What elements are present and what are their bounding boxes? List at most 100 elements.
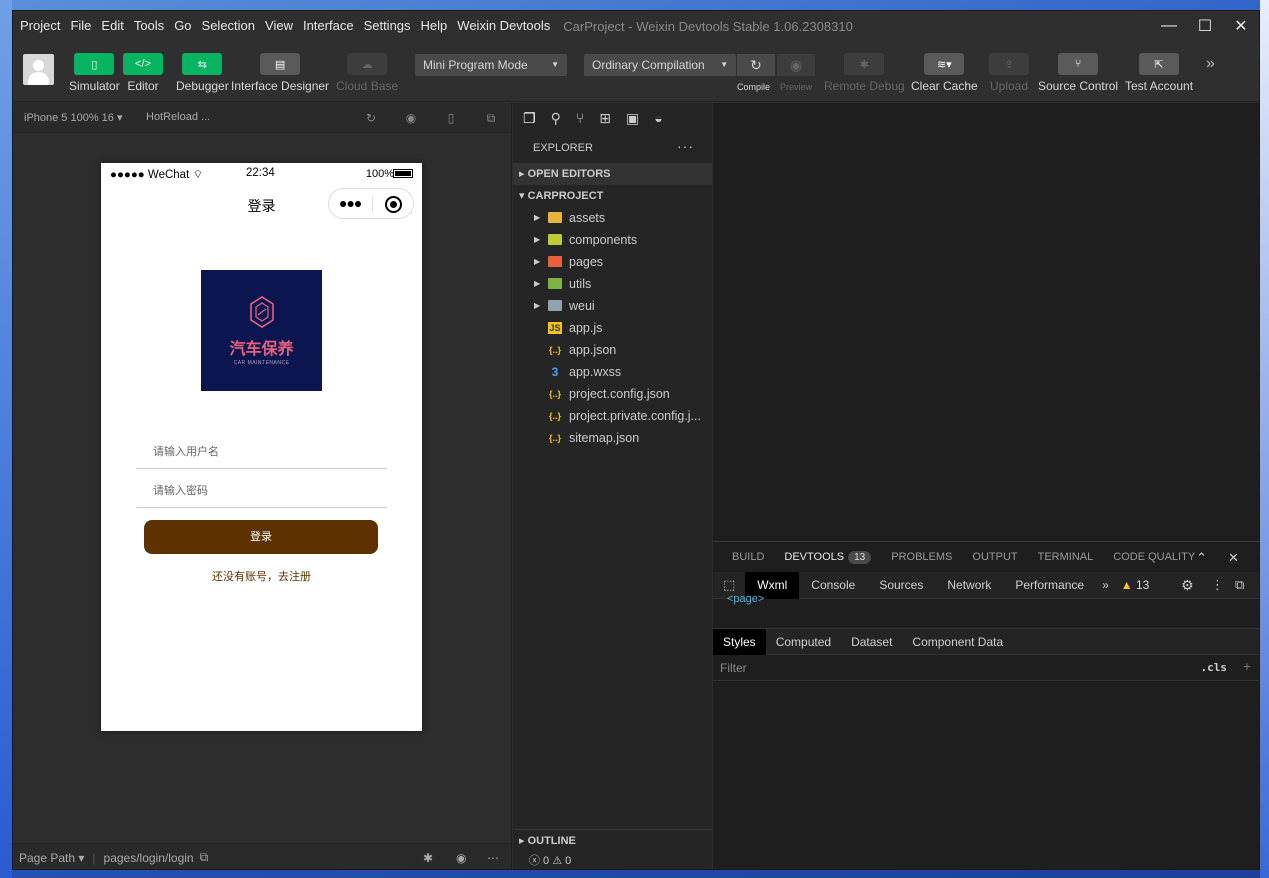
upload-button[interactable]: ⇪ Upload (989, 53, 1029, 93)
json-file-icon: {..} (548, 389, 561, 399)
add-rule-icon[interactable]: + (1243, 658, 1251, 674)
git-branch-icon[interactable]: ⑂ (576, 110, 584, 126)
editor-button[interactable]: </> Editor (123, 53, 163, 93)
search-icon[interactable]: ⚲ (551, 110, 561, 127)
dock-icon[interactable]: ⧉ (1235, 577, 1244, 593)
menu-edit[interactable]: Edit (96, 11, 128, 41)
menu-tools[interactable]: Tools (129, 11, 169, 41)
simulator-button[interactable]: ▯ Simulator (69, 53, 120, 93)
tab-code-quality[interactable]: CODE QUALITY (1113, 551, 1195, 563)
login-button[interactable]: 登录 (144, 520, 378, 554)
tab-computed[interactable]: Computed (766, 629, 841, 655)
password-field[interactable]: 请输入密码 (136, 470, 387, 508)
wxml-page-node[interactable]: <page> (727, 593, 764, 605)
tree-folder-components[interactable]: ▶ components (513, 229, 712, 251)
tab-console[interactable]: Console (799, 572, 867, 599)
menu-view[interactable]: View (260, 11, 298, 41)
menu-help[interactable]: Help (416, 11, 453, 41)
compilation-select[interactable]: Ordinary Compilation ▼ (584, 54, 736, 76)
tree-file-sitemap[interactable]: {..} sitemap.json (513, 427, 712, 449)
menu-go[interactable]: Go (169, 11, 196, 41)
explorer-panel: ❐ ⚲ ⑂ ⊞ ▣ ◒ EXPLORER ··· ▸ OPEN EDITORS … (513, 103, 712, 869)
cloud-icon: ☁ (347, 53, 388, 75)
warnings-indicator[interactable]: ▲ 13 (1115, 578, 1156, 592)
tree-file-project-config[interactable]: {..} project.config.json (513, 383, 712, 405)
tree-file-project-private-config[interactable]: {..} project.private.config.j... (513, 405, 712, 427)
settings-gear-icon[interactable]: ⚙ (1181, 577, 1194, 594)
tree-file-app-wxss[interactable]: 3 app.wxss (513, 361, 712, 383)
tab-sources[interactable]: Sources (867, 572, 935, 599)
menu-file[interactable]: File (65, 11, 96, 41)
docker-icon[interactable]: ◒ (654, 110, 662, 126)
more-actions-icon[interactable]: ··· (677, 131, 694, 161)
menu-settings[interactable]: Settings (359, 11, 416, 41)
tab-styles[interactable]: Styles (713, 628, 766, 655)
maximize-icon[interactable]: ☐ (1187, 11, 1223, 41)
chevrons-right-icon[interactable]: » (1206, 55, 1215, 73)
phone-icon[interactable]: ▯ (444, 111, 458, 125)
close-icon[interactable]: ✕ (1223, 11, 1259, 41)
cloud-base-button[interactable]: ☁ Cloud Base (336, 53, 398, 93)
minimize-icon[interactable]: — (1151, 11, 1187, 41)
clear-cache-button[interactable]: ≋▾ Clear Cache (911, 53, 978, 93)
cls-toggle[interactable]: .cls (1201, 661, 1228, 674)
tab-terminal[interactable]: TERMINAL (1038, 551, 1094, 563)
test-account-button[interactable]: ⇱ Test Account (1125, 53, 1193, 93)
more-dots-icon[interactable]: ●●● (339, 195, 362, 211)
tab-performance[interactable]: Performance (1003, 572, 1096, 599)
avatar[interactable] (23, 54, 54, 85)
compile-button[interactable]: ↻ (737, 54, 775, 76)
tab-dataset[interactable]: Dataset (841, 629, 902, 655)
interface-designer-button[interactable]: ▤ Interface Designer (231, 53, 329, 93)
username-field[interactable]: 请输入用户名 (136, 431, 387, 469)
register-link[interactable]: 还没有账号，去注册 (101, 568, 422, 584)
menu-selection[interactable]: Selection (197, 11, 260, 41)
more-vertical-icon[interactable]: ⋮ (1211, 577, 1224, 593)
project-section[interactable]: ▾ CARPROJECT (513, 185, 712, 207)
tree-folder-assets[interactable]: ▶ assets (513, 207, 712, 229)
menu-capsule[interactable]: ●●● (328, 188, 414, 219)
filter-input[interactable]: Filter (713, 661, 747, 675)
rotate-icon[interactable]: ↻ (364, 111, 378, 125)
tab-problems[interactable]: PROBLEMS (891, 551, 952, 563)
preview-button[interactable]: ◉ (777, 54, 815, 76)
eye-icon[interactable]: ◉ (456, 851, 466, 865)
detach-window-icon[interactable]: ⧉ (484, 111, 498, 125)
more-icon[interactable]: ⋯ (487, 851, 499, 865)
page-path-select[interactable]: Page Path ▾ (19, 851, 84, 865)
device-select[interactable]: iPhone 5 100% 16 ▾ (24, 111, 123, 124)
remote-debug-button[interactable]: ✱ Remote Debug (824, 53, 905, 93)
record-icon[interactable]: ◉ (404, 111, 418, 125)
tab-build[interactable]: BUILD (732, 551, 764, 563)
bug-icon[interactable]: ✱ (423, 851, 433, 865)
copy-icon[interactable]: ⧉ (200, 850, 209, 865)
tab-devtools[interactable]: DEVTOOLS 13 (784, 550, 872, 564)
chevron-up-icon[interactable]: ⌃ (1196, 550, 1207, 566)
open-editors-section[interactable]: ▸ OPEN EDITORS (513, 163, 712, 185)
more-tabs-icon[interactable]: » (1096, 578, 1115, 592)
tree-folder-utils[interactable]: ▶ utils (513, 273, 712, 295)
source-control-button[interactable]: ⑂ Source Control (1038, 53, 1118, 93)
close-miniprogram-icon[interactable] (385, 196, 402, 213)
menu-project[interactable]: Project (13, 11, 65, 41)
tab-component-data[interactable]: Component Data (902, 629, 1013, 655)
storage-icon[interactable]: ▣ (626, 110, 639, 127)
inspect-element-icon[interactable]: ⬚ (713, 577, 745, 593)
tab-output[interactable]: OUTPUT (972, 551, 1017, 563)
debugger-button[interactable]: ⇆ Debugger (176, 53, 229, 93)
hotreload-toggle[interactable]: HotReload ... (146, 111, 210, 123)
extensions-icon[interactable]: ⊞ (599, 110, 611, 127)
problems-status[interactable]: ⓧ 0 ⚠ 0 (513, 851, 712, 869)
logo-text: 汽车保养 (229, 341, 294, 358)
menu-interface[interactable]: Interface (298, 11, 359, 41)
tree-folder-weui[interactable]: ▶ weui (513, 295, 712, 317)
tab-network[interactable]: Network (935, 572, 1003, 599)
files-icon[interactable]: ❐ (523, 110, 536, 127)
outline-section[interactable]: ▸ OUTLINE (513, 829, 712, 851)
tree-file-app-js[interactable]: JS app.js (513, 317, 712, 339)
tree-folder-pages[interactable]: ▶ pages (513, 251, 712, 273)
mode-select[interactable]: Mini Program Mode ▼ (415, 54, 567, 76)
menu-weixin-devtools[interactable]: Weixin Devtools (452, 11, 555, 41)
tree-file-app-json[interactable]: {..} app.json (513, 339, 712, 361)
close-panel-icon[interactable]: ✕ (1228, 550, 1239, 566)
